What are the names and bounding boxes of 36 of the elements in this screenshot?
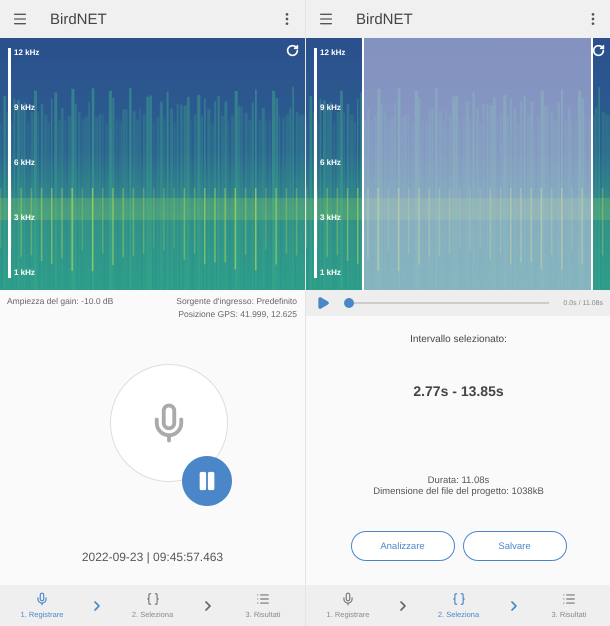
refresh-icon[interactable] <box>592 44 605 57</box>
action-button[interactable]: Salvare <box>462 531 566 561</box>
axis-label: 1 kHz <box>14 268 36 278</box>
interval-value: 2.77s - 13.85s <box>413 383 504 399</box>
axis-label: 6 kHz <box>320 158 342 168</box>
pause-button[interactable] <box>182 456 232 506</box>
axis-label: 9 kHz <box>320 103 342 113</box>
input-source-text: Sorgente d'ingresso: Predefinito <box>176 296 297 306</box>
axis-label: 12 kHz <box>320 48 346 58</box>
play-icon <box>316 296 330 310</box>
axis-label: 6 kHz <box>14 158 36 168</box>
microphone-icon <box>341 592 355 606</box>
play-button[interactable] <box>316 296 330 310</box>
axis-label: 1 kHz <box>320 268 342 278</box>
axis-label: 12 kHz <box>14 48 40 58</box>
gps-text: Posizione GPS: 41.999, 12.625 <box>178 309 297 319</box>
refresh-icon[interactable] <box>286 44 299 57</box>
app-title: BirdNET <box>356 10 414 28</box>
menu-icon[interactable] <box>318 11 334 27</box>
list-icon <box>256 592 270 606</box>
braces-icon <box>146 592 160 606</box>
duration-text: Durata: 11.08s <box>426 475 490 486</box>
timestamp-text: 2022-09-23 | 09:45:57.463 <box>82 550 224 564</box>
list-icon <box>562 592 576 606</box>
axis-label: 3 kHz <box>14 213 36 223</box>
interval-label: Intervallo selezionato: <box>410 334 507 345</box>
seek-thumb[interactable] <box>344 298 354 308</box>
microphone-icon <box>35 592 49 606</box>
app-title: BirdNET <box>50 10 108 28</box>
menu-icon[interactable] <box>12 11 28 27</box>
gain-text: Ampiezza del gain: -10.0 dB <box>7 296 114 308</box>
axis-label: 3 kHz <box>320 213 342 223</box>
axis-label: 9 kHz <box>14 103 36 113</box>
action-button[interactable]: Analizzare <box>350 531 454 561</box>
file-size-text: Dimensione del file del progetto: 1038kB <box>373 486 544 497</box>
braces-icon <box>452 592 466 606</box>
